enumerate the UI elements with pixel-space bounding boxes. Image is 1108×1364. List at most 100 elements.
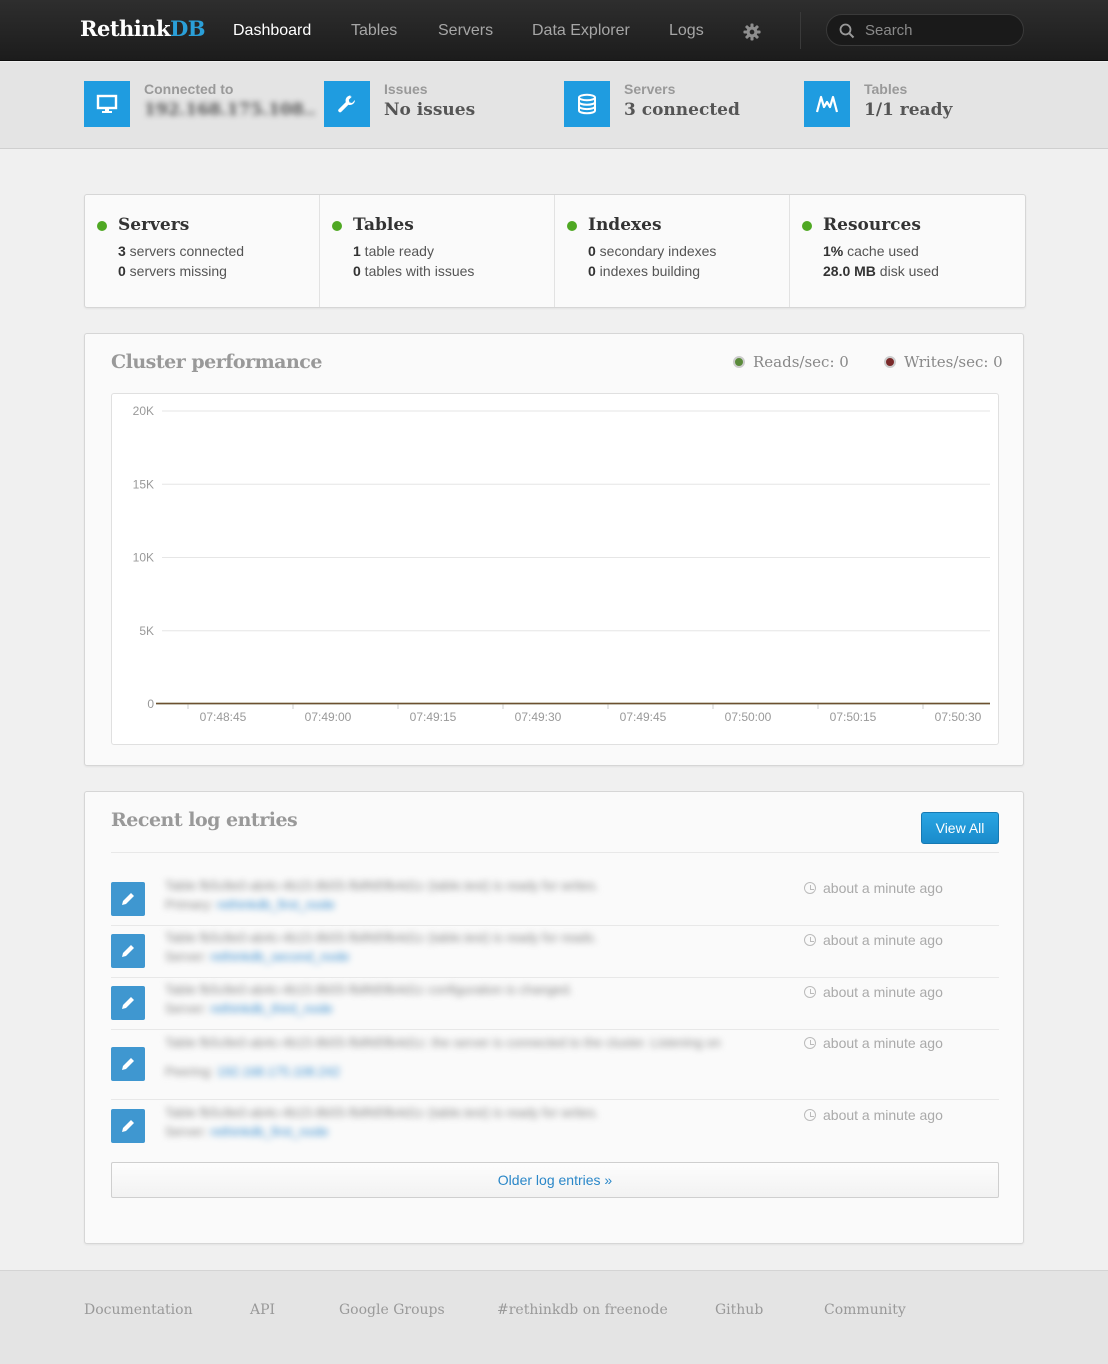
- log-entry: Table fb5c8e0-ab4c-4b15-8b55-fb8fd5fb4d1…: [111, 878, 999, 926]
- log-entry: Table fb5c8e0-ab4c-4b15-8b55-fb8fd5fb4d1…: [111, 930, 999, 978]
- brand-accent: DB: [170, 16, 206, 41]
- y-tick-label: 15K: [133, 477, 154, 491]
- nav-divider: [800, 12, 801, 49]
- summary-tables[interactable]: Tables 1 table ready 0 tables with issue…: [320, 195, 555, 307]
- nav-data-explorer[interactable]: Data Explorer: [532, 22, 630, 40]
- footer: Documentation API Google Groups #rethink…: [0, 1270, 1108, 1364]
- summary-resources[interactable]: Resources 1% cache used 28.0 MB disk use…: [790, 195, 1025, 307]
- log-entry: Table fb5c8e0-ab4c-4b15-8b55-fb8fd5fb4d1…: [111, 1035, 999, 1097]
- summary-servers[interactable]: Servers 3 servers connected 0 servers mi…: [85, 195, 320, 307]
- clock-icon: [804, 1109, 816, 1121]
- y-tick-label: 0: [147, 697, 154, 711]
- database-icon: [564, 81, 610, 127]
- gear-icon[interactable]: [743, 23, 761, 41]
- edit-icon-button[interactable]: [111, 882, 145, 916]
- performance-chart-svg: 0 5K 10K 15K 20K 07:48:45 07:49:00 07:49:15 07:4…: [133, 404, 990, 724]
- search-icon: [839, 23, 855, 39]
- status-servers-value: 3 connected: [624, 100, 740, 120]
- status-dot: [567, 221, 577, 231]
- clock-icon: [804, 986, 816, 998]
- summary-servers-title: Servers: [118, 215, 190, 235]
- log-entry-time: about a minute ago: [804, 1107, 943, 1123]
- status-issues[interactable]: Issues No issues: [324, 81, 544, 129]
- summary-indexes[interactable]: Indexes 0 secondary indexes 0 indexes bu…: [555, 195, 790, 307]
- summary-secondary-indexes: 0 secondary indexes: [588, 243, 717, 259]
- clock-icon: [804, 1037, 816, 1049]
- status-servers-label: Servers: [624, 81, 676, 97]
- wrench-icon: [324, 81, 370, 127]
- summary-servers-connected: 3 servers connected: [118, 243, 245, 259]
- pencil-icon: [122, 1058, 134, 1070]
- search-box[interactable]: [826, 14, 1024, 46]
- summary-disk-used: 28.0 MB disk used: [823, 263, 939, 279]
- log-entry-text: Table fb5c8e0-ab4c-4b15-8b55-fb8fd5fb4d1…: [165, 930, 598, 964]
- pencil-icon: [122, 997, 134, 1009]
- nav-logs[interactable]: Logs: [669, 22, 704, 40]
- log-entry: Table fb5c8e0-ab4c-4b15-8b55-fb8fd5fb4d1…: [111, 1105, 999, 1153]
- log-entry-time: about a minute ago: [804, 932, 943, 948]
- x-tick-label: 07:48:45: [200, 710, 247, 724]
- summary-cache-used: 1% cache used: [823, 243, 919, 259]
- edit-icon-button[interactable]: [111, 934, 145, 968]
- chart-icon: [804, 81, 850, 127]
- cluster-performance-panel: Cluster performance Reads/sec: 0 Writes/…: [84, 333, 1024, 766]
- status-dot: [802, 221, 812, 231]
- nav-dashboard[interactable]: Dashboard: [233, 22, 311, 40]
- legend-writes: Writes/sec: 0: [884, 353, 1003, 371]
- rethinkdb-logo[interactable]: RethinkDB: [80, 16, 206, 41]
- x-tick-label: 07:49:30: [515, 710, 562, 724]
- performance-title: Cluster performance: [111, 351, 322, 373]
- logs-divider: [111, 1099, 999, 1100]
- status-dot: [332, 221, 342, 231]
- x-tick-label: 07:49:15: [410, 710, 457, 724]
- y-tick-label: 10K: [133, 551, 154, 565]
- x-tick-label: 07:49:45: [620, 710, 667, 724]
- log-entry-text: Table fb5c8e0-ab4c-4b15-8b55-fb8fd5fb4d1…: [165, 878, 599, 912]
- legend-reads: Reads/sec: 0: [733, 353, 849, 371]
- status-connected[interactable]: Connected to 192.168.175.108..: [84, 81, 316, 129]
- y-tick-label: 20K: [133, 404, 154, 418]
- edit-icon-button[interactable]: [111, 1047, 145, 1081]
- summary-tables-ready: 1 table ready: [353, 243, 434, 259]
- recent-logs-panel: Recent log entries View All Table fb5c8e…: [84, 791, 1024, 1244]
- y-tick-label: 5K: [139, 624, 154, 638]
- x-tick-label: 07:50:15: [830, 710, 877, 724]
- search-input[interactable]: [865, 20, 1015, 40]
- status-issues-label: Issues: [384, 81, 428, 97]
- footer-link-api[interactable]: API: [250, 1302, 275, 1318]
- footer-link-irc[interactable]: #rethinkdb on freenode: [497, 1302, 668, 1318]
- pencil-icon: [122, 945, 134, 957]
- logs-divider: [111, 925, 999, 926]
- x-tick-label: 07:50:30: [935, 710, 982, 724]
- log-entry-time: about a minute ago: [804, 984, 943, 1000]
- brand-main: Rethink: [80, 16, 171, 41]
- logs-divider: [111, 852, 999, 853]
- status-tables-value: 1/1 ready: [864, 100, 953, 120]
- footer-link-documentation[interactable]: Documentation: [84, 1302, 193, 1318]
- older-log-entries-button[interactable]: Older log entries »: [111, 1162, 999, 1198]
- view-all-button[interactable]: View All: [921, 812, 999, 844]
- x-tick-label: 07:50:00: [725, 710, 772, 724]
- status-issues-value: No issues: [384, 100, 476, 120]
- footer-link-google-groups[interactable]: Google Groups: [339, 1302, 445, 1318]
- log-entry-time: about a minute ago: [804, 1035, 943, 1051]
- edit-icon-button[interactable]: [111, 986, 145, 1020]
- footer-link-github[interactable]: Github: [715, 1302, 763, 1318]
- reads-legend-dot: [733, 356, 745, 368]
- status-connected-value: 192.168.175.108..: [144, 100, 316, 120]
- x-tick-label: 07:49:00: [305, 710, 352, 724]
- pencil-icon: [122, 893, 134, 905]
- status-servers[interactable]: Servers 3 connected: [564, 81, 784, 129]
- clock-icon: [804, 934, 816, 946]
- nav-tables[interactable]: Tables: [351, 22, 397, 40]
- log-entry-text: Table fb5c8e0-ab4c-4b15-8b55-fb8fd5fb4d1…: [165, 982, 573, 1016]
- status-tables[interactable]: Tables 1/1 ready: [804, 81, 1024, 129]
- edit-icon-button[interactable]: [111, 1109, 145, 1143]
- logs-divider: [111, 977, 999, 978]
- performance-chart: 0 5K 10K 15K 20K 07:48:45 07:49:00 07:49:15 07:4…: [111, 393, 999, 745]
- top-navbar: RethinkDB Dashboard Tables Servers Data …: [0, 0, 1108, 61]
- logs-divider: [111, 1029, 999, 1030]
- cluster-status-bar: Connected to 192.168.175.108.. Issues No…: [0, 62, 1108, 149]
- nav-servers[interactable]: Servers: [438, 22, 493, 40]
- footer-link-community[interactable]: Community: [824, 1302, 906, 1318]
